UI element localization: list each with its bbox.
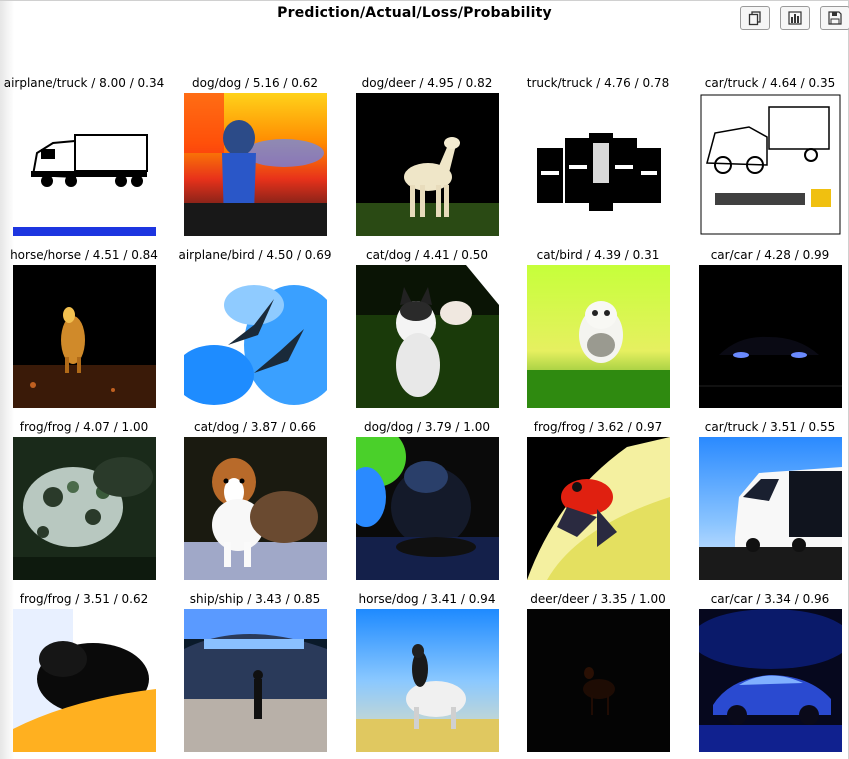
cell-label: horse/dog / 3.41 / 0.94 — [358, 592, 496, 606]
copy-button[interactable] — [740, 6, 770, 30]
cell-label: cat/dog / 4.41 / 0.50 — [365, 248, 489, 262]
cell-image — [527, 609, 670, 752]
cell-label: airplane/truck / 8.00 / 0.34 — [3, 76, 165, 90]
cell-image — [356, 93, 499, 236]
save-button[interactable] — [820, 6, 849, 30]
window-top-border — [0, 0, 849, 1]
cell-image — [527, 265, 670, 408]
chart-button[interactable] — [780, 6, 810, 30]
cell-label: frog/frog / 3.62 / 0.97 — [533, 420, 663, 434]
cell-image — [184, 93, 327, 236]
floppy-disk-icon — [828, 11, 842, 25]
cell-image — [13, 609, 156, 752]
cell-image — [356, 437, 499, 580]
cell-image — [699, 609, 842, 752]
cell-image — [527, 93, 670, 236]
cell-image — [356, 265, 499, 408]
cell-label: dog/dog / 3.79 / 1.00 — [364, 420, 490, 434]
cell-image — [184, 265, 327, 408]
cell-label: cat/dog / 3.87 / 0.66 — [193, 420, 317, 434]
cell-label: dog/dog / 5.16 / 0.62 — [192, 76, 318, 90]
window-left-shadow — [0, 0, 14, 759]
cell-label: car/car / 3.34 / 0.96 — [710, 592, 830, 606]
figure-title: Prediction/Actual/Loss/Probability — [277, 5, 552, 21]
cell-image — [527, 437, 670, 580]
cell-image — [13, 265, 156, 408]
cell-label: ship/ship / 3.43 / 0.85 — [189, 592, 321, 606]
cell-label: frog/frog / 3.51 / 0.62 — [19, 592, 149, 606]
cell-image — [356, 609, 499, 752]
bar-chart-icon — [788, 11, 802, 25]
copy-icon — [748, 11, 761, 26]
cell-label: car/truck / 3.51 / 0.55 — [704, 420, 836, 434]
cell-label: dog/deer / 4.95 / 0.82 — [361, 76, 493, 90]
cell-image — [699, 93, 842, 236]
cell-label: car/truck / 4.64 / 0.35 — [704, 76, 836, 90]
cell-image — [184, 609, 327, 752]
cell-label: cat/bird / 4.39 / 0.31 — [536, 248, 660, 262]
cell-label: airplane/bird / 4.50 / 0.69 — [178, 248, 332, 262]
cell-image — [13, 93, 156, 236]
cell-image — [699, 437, 842, 580]
cell-label: truck/truck / 4.76 / 0.78 — [526, 76, 670, 90]
cell-label: car/car / 4.28 / 0.99 — [710, 248, 830, 262]
cell-image — [13, 437, 156, 580]
cell-label: deer/deer / 3.35 / 1.00 — [530, 592, 666, 606]
cell-label: frog/frog / 4.07 / 1.00 — [19, 420, 149, 434]
cell-image — [699, 265, 842, 408]
cell-image — [184, 437, 327, 580]
cell-label: horse/horse / 4.51 / 0.84 — [10, 248, 158, 262]
